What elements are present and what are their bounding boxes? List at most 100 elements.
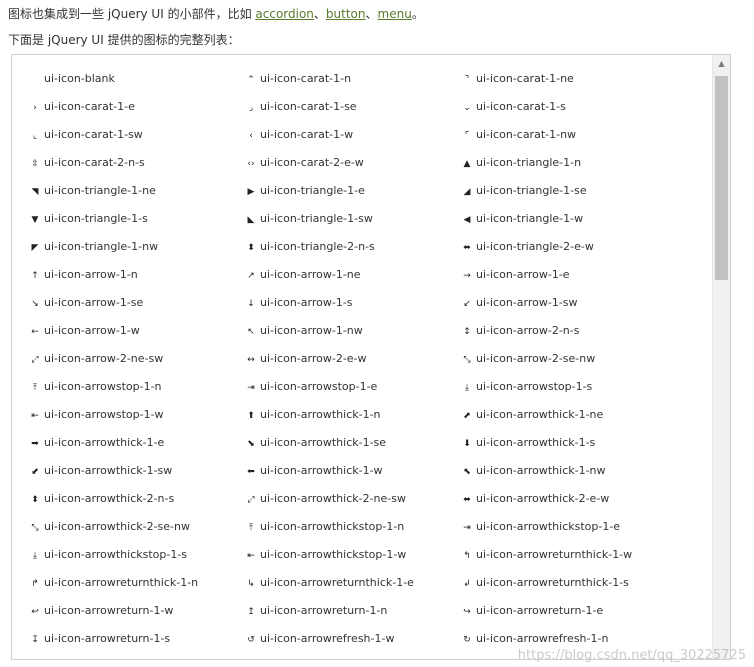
arrow-1-n-icon: ↑ [31,271,39,281]
triangle-2-n-s-icon: ⬍ [247,243,255,253]
arrow-2-ne-sw-icon: ⤢ [31,355,39,365]
icon-list-item: ↘ ui-icon-arrow-1-se [28,289,143,317]
icon-name: ui-icon-arrow-1-se [44,296,144,309]
icon-list-item: ↱ ui-icon-arrowreturnthick-1-n [28,569,198,597]
triangle-1-s-icon: ▼ [31,215,39,225]
triangle-1-e-icon: ▶ [247,187,255,197]
icon-list-item: ⇳ ui-icon-carat-2-n-s [28,149,145,177]
arrowthick-1-n-icon: ⬆ [247,411,255,421]
arrowthick-1-nw-icon: ⬉ [463,467,471,477]
icon-name: ui-icon-carat-1-n [260,72,352,85]
icon-list-item: ⬉ ui-icon-arrowthick-1-nw [460,457,605,485]
icon-list-item: ⤓ ui-icon-arrowstop-1-s [460,373,592,401]
icon-name: ui-icon-arrowstop-1-e [260,380,378,393]
icon-name: ui-icon-arrow-2-e-w [260,352,367,365]
arrowthickstop-1-e-icon: ⇥ [463,523,471,533]
carat-1-n-icon: ⌃ [247,75,255,85]
icon-list-item: ⤒ ui-icon-arrowstop-1-n [28,373,162,401]
icon-list-item: ↑ ui-icon-arrow-1-n [28,261,138,289]
icon-row: ⤓ ui-icon-arrowthickstop-1-s ⇤ ui-icon-arro… [28,541,710,569]
icon-name: ui-icon-arrowthick-1-s [476,436,596,449]
icon-name: ui-icon-carat-1-e [44,100,135,113]
icon-name: ui-icon-arrowreturn-1-w [44,604,174,617]
button-link[interactable]: button [326,7,366,21]
icon-name: ui-icon-arrowreturnthick-1-w [476,548,633,561]
arrowthick-2-se-nw-icon: ⤡ [31,523,39,533]
icon-grid: ui-icon-blank ⌃ ui-icon-carat-1-n ⌝ ui-icon-… [28,65,710,653]
icon-list-item: ↗ ui-icon-arrow-1-ne [244,261,361,289]
arrowthickstop-1-w-icon: ⇤ [247,551,255,561]
vertical-scrollbar[interactable]: ▲ [712,55,730,659]
arrowstop-1-s-icon: ⤓ [465,383,469,393]
icon-list-item: ▼ ui-icon-triangle-1-s [28,205,148,233]
triangle-1-se-icon: ◢ [463,187,471,197]
menu-link[interactable]: menu [378,7,412,21]
arrow-1-s-icon: ↓ [247,299,255,309]
icon-list-item: ↩ ui-icon-arrowreturn-1-w [28,597,173,625]
icon-list-item: ⌄ ui-icon-carat-1-s [460,93,566,121]
icon-name: ui-icon-arrow-2-n-s [476,324,580,337]
icon-list-item: ↧ ui-icon-arrowreturn-1-s [28,625,170,653]
icon-list-item: ⌝ ui-icon-carat-1-ne [460,65,574,93]
icon-row: ◤ ui-icon-triangle-1-nw ⬍ ui-icon-triangle-… [28,233,710,261]
icon-name: ui-icon-carat-1-w [260,128,354,141]
icon-list-item: ⤢ ui-icon-arrow-2-ne-sw [28,345,163,373]
icon-name: ui-icon-arrow-1-ne [260,268,361,281]
icon-list-item: ⬌ ui-icon-triangle-2-e-w [460,233,594,261]
icon-name: ui-icon-triangle-2-e-w [476,240,594,253]
arrowreturn-1-e-icon: ↪ [463,607,471,617]
icon-name: ui-icon-arrow-1-n [44,268,138,281]
icon-list-item: ⇤ ui-icon-arrowstop-1-w [28,401,163,429]
icon-list-item: ↕ ui-icon-arrow-2-n-s [460,317,579,345]
icon-list-item: ↓ ui-icon-arrow-1-s [244,289,352,317]
icon-list-item: ⬇ ui-icon-arrowthick-1-s [460,429,595,457]
intro-sep: 、 [313,7,326,21]
icon-name: ui-icon-arrowthickstop-1-n [260,520,405,533]
icon-row: ui-icon-blank ⌃ ui-icon-carat-1-n ⌝ ui-icon-… [28,65,710,93]
icon-list-item: ⬈ ui-icon-arrowthick-1-ne [460,401,603,429]
triangle-1-sw-icon: ◣ [247,215,255,225]
list-heading: 下面是 jQuery UI 提供的图标的完整列表： [8,33,240,47]
carat-1-e-icon: › [33,103,37,113]
arrowrefresh-1-w-icon: ↺ [247,635,255,645]
icon-list-item: ‹ ui-icon-carat-1-w [244,121,353,149]
accordion-link[interactable]: accordion [255,7,314,21]
icon-list-item: ↙ ui-icon-arrow-1-sw [460,289,577,317]
icon-name: ui-icon-arrowreturnthick-1-s [476,576,629,589]
icon-list-item: ↥ ui-icon-arrowreturn-1-n [244,597,387,625]
triangle-1-ne-icon: ◥ [31,187,39,197]
icon-row: ⌞ ui-icon-carat-1-sw ‹ ui-icon-carat-1-w ⌜ ui… [28,121,710,149]
icon-list-item: ▲ ui-icon-triangle-1-n [460,149,582,177]
intro-prefix: 图标也集成到一些 jQuery UI 的小部件，比如 [8,7,256,21]
icon-list-item: ↪ ui-icon-arrowreturn-1-e [460,597,603,625]
icon-name: ui-icon-arrowthick-2-n-s [44,492,175,505]
carat-1-se-icon: ⌟ [248,103,254,113]
arrowstop-1-n-icon: ⤒ [33,383,37,393]
arrow-1-w-icon: ← [31,327,39,337]
scrollbar-thumb[interactable] [715,76,728,280]
icon-list-item: ⌞ ui-icon-carat-1-sw [28,121,143,149]
icon-row: ▼ ui-icon-triangle-1-s ◣ ui-icon-triangle-1… [28,205,710,233]
arrow-2-se-nw-icon: ⤡ [463,355,471,365]
arrowthick-1-sw-icon: ⬋ [31,467,39,477]
arrowthickstop-1-s-icon: ⤓ [33,551,37,561]
icon-name: ui-icon-arrowrefresh-1-n [476,632,609,645]
arrowreturnthick-1-n-icon: ↱ [31,579,39,589]
intro-suffix: 。 [411,7,424,21]
icon-list-item: ⌟ ui-icon-carat-1-se [244,93,357,121]
icon-list-item: ⬆ ui-icon-arrowthick-1-n [244,401,380,429]
watermark: https://blog.csdn.net/qq_30225725 [517,648,746,663]
icon-list-item: ⬅ ui-icon-arrowthick-1-w [244,457,382,485]
icon-list-item: ↳ ui-icon-arrowreturnthick-1-e [244,569,414,597]
icon-name: ui-icon-arrowthick-2-e-w [476,492,610,505]
icon-name: ui-icon-carat-1-s [476,100,566,113]
triangle-1-w-icon: ◀ [463,215,471,225]
arrowthick-1-ne-icon: ⬈ [463,411,471,421]
icon-list-item: ➡ ui-icon-arrowthick-1-e [28,429,164,457]
icon-name: ui-icon-triangle-1-se [476,184,587,197]
icon-list-item: → ui-icon-arrow-1-e [460,261,569,289]
scroll-up-arrow-icon[interactable]: ▲ [713,59,730,68]
arrowthick-2-ne-sw-icon: ⤢ [247,495,255,505]
icon-row: ⇳ ui-icon-carat-2-n-s ‹› ui-icon-carat-2-e-… [28,149,710,177]
icon-list-item: ‹› ui-icon-carat-2-e-w [244,149,363,177]
